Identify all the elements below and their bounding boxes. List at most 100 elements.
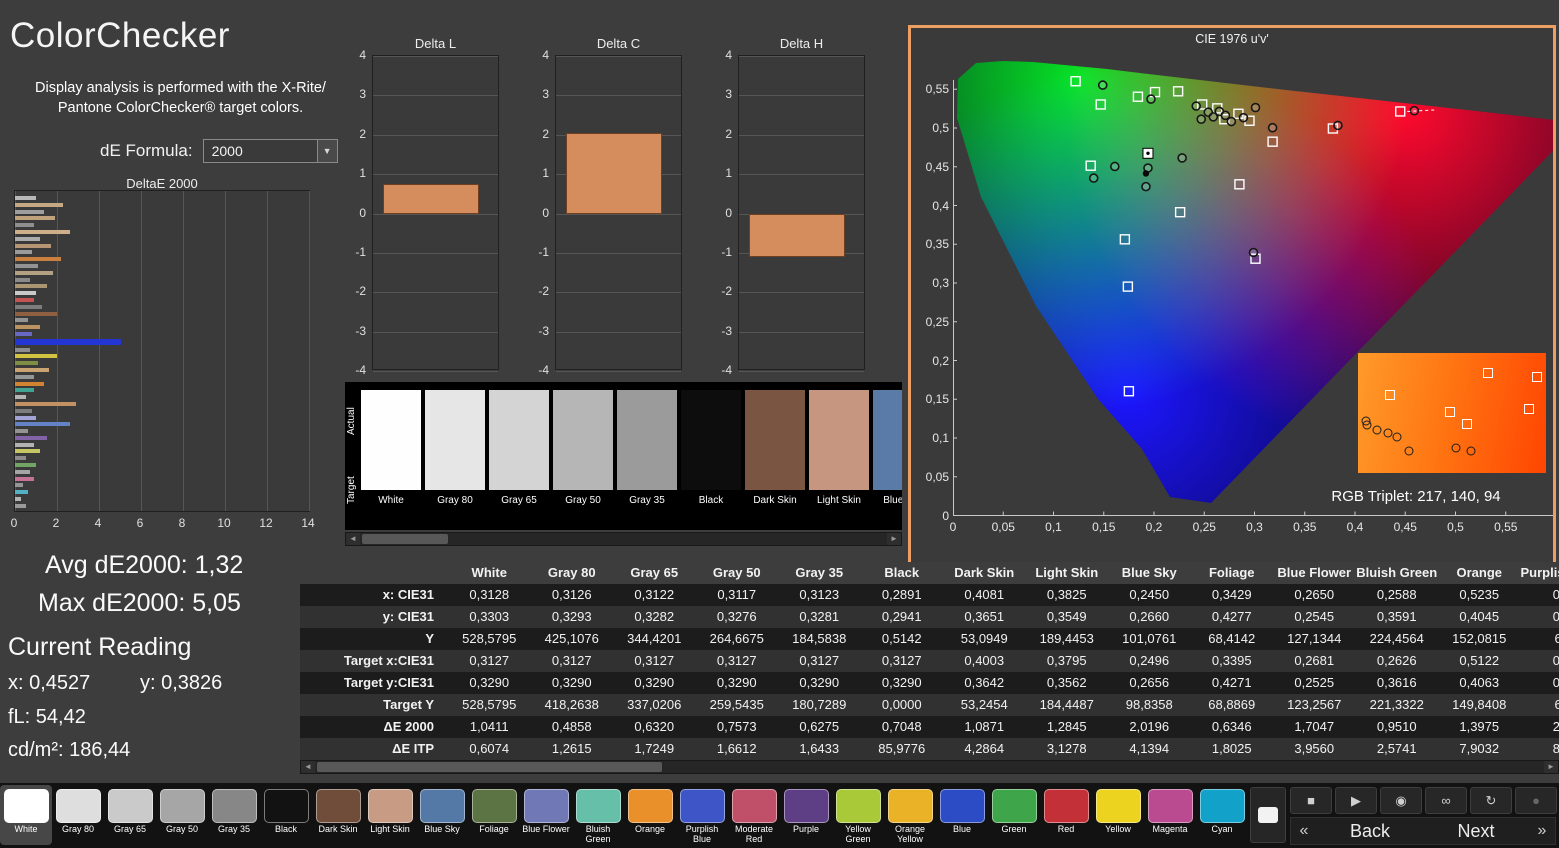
- table-scrollbar[interactable]: ◄ ►: [300, 760, 1559, 774]
- description-line1: Display analysis is performed with the X…: [35, 80, 326, 96]
- back-next-bar: « Back Next »: [1290, 817, 1556, 845]
- deltae-bar: [15, 429, 28, 434]
- patch-button-label: Gray 50: [165, 824, 198, 834]
- gridline: [267, 191, 268, 511]
- table-cell: 0,3303: [469, 609, 510, 624]
- patch-button-blue-sky[interactable]: Blue Sky: [416, 785, 468, 845]
- patch-button-purplish-blue[interactable]: Purplish Blue: [676, 785, 728, 845]
- patch-button-gray-50[interactable]: Gray 50: [156, 785, 208, 845]
- table-cell: 0,3281: [799, 609, 840, 624]
- table-cell: 101,0761: [1122, 631, 1177, 646]
- back-button[interactable]: Back: [1317, 821, 1423, 842]
- deltae-chart-title: DeltaE 2000: [126, 176, 198, 191]
- next-button[interactable]: Next: [1423, 821, 1529, 842]
- patch-button-orange[interactable]: Orange: [624, 785, 676, 845]
- gridline: [141, 191, 142, 511]
- measured-marker: [1088, 173, 1099, 183]
- patch-button-bluish-green[interactable]: Bluish Green: [572, 785, 624, 845]
- axis-tick-label: 0,5: [932, 121, 949, 135]
- patch-button-moderate-red[interactable]: Moderate Red: [728, 785, 780, 845]
- table-cell: 0,3290: [799, 675, 840, 690]
- record-icon: ◉: [1395, 792, 1407, 808]
- patch-button-red[interactable]: Red: [1040, 785, 1092, 845]
- patch-button-dark-skin[interactable]: Dark Skin: [312, 785, 364, 845]
- strip-scrollbar-thumb[interactable]: [362, 534, 448, 544]
- patch-button-cyan[interactable]: Cyan: [1196, 785, 1248, 845]
- patch-color: [1095, 789, 1141, 823]
- patch-button-yellow[interactable]: Yellow: [1092, 785, 1144, 845]
- table-cell: 98,8358: [1125, 697, 1173, 712]
- next-chevron-icon[interactable]: »: [1529, 822, 1555, 840]
- patch-button-gray-35[interactable]: Gray 35: [208, 785, 260, 845]
- patch-swatch: Black: [681, 390, 741, 530]
- scroll-left-icon[interactable]: ◄: [346, 533, 360, 545]
- patch-button-gray-65[interactable]: Gray 65: [104, 785, 156, 845]
- status-button[interactable]: ●: [1515, 787, 1557, 814]
- patch-button-label: Orange: [634, 824, 666, 834]
- scroll-right-icon[interactable]: ►: [887, 533, 901, 545]
- measured-marker: [1466, 446, 1476, 456]
- scroll-left-icon[interactable]: ◄: [301, 761, 315, 773]
- patch-button-magenta[interactable]: Magenta: [1144, 785, 1196, 845]
- patch-button-label: Blue: [952, 824, 971, 834]
- patch-button-orange-yellow[interactable]: Orange Yellow: [884, 785, 936, 845]
- patch-button-light-skin[interactable]: Light Skin: [364, 785, 416, 845]
- patch-button-gray-80[interactable]: Gray 80: [52, 785, 104, 845]
- axis-tick-label: 1: [542, 166, 549, 181]
- patch-label: Black: [698, 495, 724, 506]
- patch-button-white[interactable]: White: [0, 785, 52, 845]
- patch-button-label: Bluish Green: [585, 824, 611, 844]
- gridline: [556, 331, 681, 333]
- patch-color: [575, 789, 621, 823]
- table-cell: 0,2496: [1129, 653, 1170, 668]
- table-scrollbar-track[interactable]: [315, 761, 1544, 773]
- play-button[interactable]: ▶: [1335, 787, 1377, 814]
- patch-button-blue-flower[interactable]: Blue Flower: [520, 785, 572, 845]
- patch-button-purple[interactable]: Purple: [780, 785, 832, 845]
- patch-button-green[interactable]: Green: [988, 785, 1040, 845]
- strip-scrollbar[interactable]: ◄ ►: [345, 532, 902, 546]
- gridline: [309, 191, 310, 511]
- de-formula-dropdown[interactable]: 2000 ▼: [202, 139, 338, 163]
- back-chevron-icon[interactable]: «: [1291, 822, 1317, 840]
- patch-button-blue[interactable]: Blue: [936, 785, 988, 845]
- deltae-bar: [15, 202, 64, 207]
- table-cell: 0,3127: [634, 653, 675, 668]
- table-scrollbar-thumb[interactable]: [317, 762, 662, 772]
- stop-button[interactable]: ■: [1290, 787, 1332, 814]
- patch-button-black[interactable]: Black: [260, 785, 312, 845]
- current-x: x: 0,4527: [8, 672, 91, 694]
- chevron-down-icon[interactable]: ▼: [316, 140, 337, 162]
- patch-button-label: Gray 35: [217, 824, 250, 834]
- avg-de2000: Avg dE2000: 1,32: [45, 551, 244, 579]
- pattern-window-button[interactable]: [1250, 787, 1286, 843]
- cie-x-labels: 0 0,05 0,1 0,15 0,2 0,25 0,3 0,35 0,4 0,45 0,5 0,55: [911, 520, 1553, 536]
- table-header-row: White Gray 80 Gray 65 Gray 50 Gray 35 Black Da…: [300, 562, 1559, 584]
- row-label: x: CIE31: [382, 587, 434, 602]
- strip-scrollbar-track[interactable]: [360, 533, 887, 545]
- gridline: [373, 134, 498, 136]
- table-cell: 0,5235: [1459, 587, 1500, 602]
- table-cell: 1,8025: [1211, 741, 1252, 756]
- table-cell: 0,7573: [716, 719, 757, 734]
- patch-color: [3, 789, 49, 823]
- patch-button-yellow-green[interactable]: Yellow Green: [832, 785, 884, 845]
- gridline: [99, 191, 100, 511]
- loop-button[interactable]: ∞: [1425, 787, 1467, 814]
- deltae-bar: [15, 408, 32, 413]
- deltae-bar: [15, 354, 57, 359]
- column-header: Gray 50: [712, 565, 761, 580]
- deltae-bar: [15, 483, 24, 488]
- table-cell: 1,6612: [716, 741, 757, 756]
- refresh-button[interactable]: ↻: [1470, 787, 1512, 814]
- table-cell: 0,3642: [964, 675, 1005, 690]
- deltae-bar: [15, 263, 39, 268]
- magnifier-inset: [1358, 353, 1546, 473]
- patch-color: [627, 789, 673, 823]
- patch-button-label: Gray 80: [61, 824, 94, 834]
- scroll-right-icon[interactable]: ►: [1544, 761, 1558, 773]
- record-button[interactable]: ◉: [1380, 787, 1422, 814]
- axis-tick-label: 0,35: [925, 237, 949, 252]
- patch-button-foliage[interactable]: Foliage: [468, 785, 520, 845]
- gridline: [739, 371, 864, 372]
